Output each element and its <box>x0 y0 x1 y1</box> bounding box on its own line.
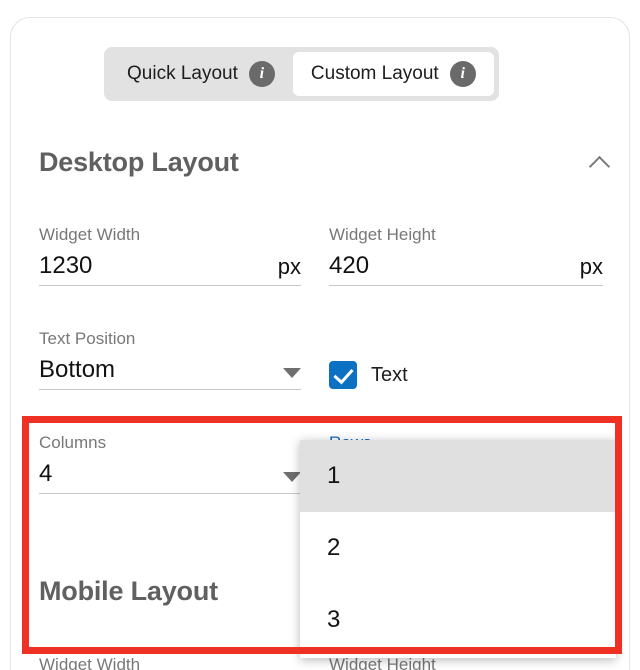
caret-down-icon[interactable] <box>283 472 301 482</box>
mobile-widget-width-label: Widget Width <box>39 655 141 670</box>
chevron-up-icon[interactable] <box>589 152 611 174</box>
text-position-field[interactable]: Text Position Bottom <box>39 329 301 390</box>
columns-select[interactable]: 4 <box>39 460 301 494</box>
widget-height-field[interactable]: Widget Height 420 px <box>329 225 603 286</box>
widget-height-input[interactable]: 420 px <box>329 252 603 286</box>
widget-height-value: 420 <box>329 252 370 279</box>
columns-label: Columns <box>39 433 107 452</box>
widget-width-unit: px <box>277 254 301 279</box>
rows-dropdown-option-3[interactable]: 3 <box>300 584 616 656</box>
text-position-select[interactable]: Bottom <box>39 356 301 390</box>
widget-width-value: 1230 <box>39 252 93 279</box>
desktop-layout-title: Desktop Layout <box>39 147 239 177</box>
widget-width-input[interactable]: 1230 px <box>39 252 301 286</box>
segment-quick-layout-label: Quick Layout <box>127 63 238 84</box>
widget-width-label: Widget Width <box>39 225 141 244</box>
text-position-label: Text Position <box>39 329 136 348</box>
rows-dropdown-option-1[interactable]: 1 <box>300 440 616 512</box>
caret-down-icon[interactable] <box>283 368 301 378</box>
rows-dropdown-menu[interactable]: 1 2 3 <box>300 440 616 658</box>
widget-height-label: Widget Height <box>329 225 436 244</box>
info-icon[interactable]: i <box>449 61 476 87</box>
columns-field[interactable]: Columns 4 <box>39 433 301 494</box>
desktop-layout-section-header[interactable]: Desktop Layout <box>39 147 611 178</box>
mobile-layout-title: Mobile Layout <box>39 576 218 606</box>
text-checkbox-row[interactable]: Text <box>329 361 408 389</box>
widget-width-field[interactable]: Widget Width 1230 px <box>39 225 301 286</box>
text-position-value: Bottom <box>39 356 116 383</box>
segment-custom-layout-label: Custom Layout <box>310 63 439 84</box>
segment-custom-layout[interactable]: Custom Layout i <box>292 52 494 96</box>
rows-dropdown-option-2[interactable]: 2 <box>300 512 616 584</box>
text-checkbox-label: Text <box>371 363 408 386</box>
text-checkbox[interactable] <box>329 361 357 389</box>
info-icon[interactable]: i <box>248 61 275 87</box>
columns-value: 4 <box>39 460 53 487</box>
layout-mode-segmented-control[interactable]: Quick Layout i Custom Layout i <box>104 47 499 101</box>
widget-height-unit: px <box>579 254 603 279</box>
segment-quick-layout[interactable]: Quick Layout i <box>109 52 293 96</box>
app-root: Quick Layout i Custom Layout i Desktop L… <box>0 0 640 670</box>
